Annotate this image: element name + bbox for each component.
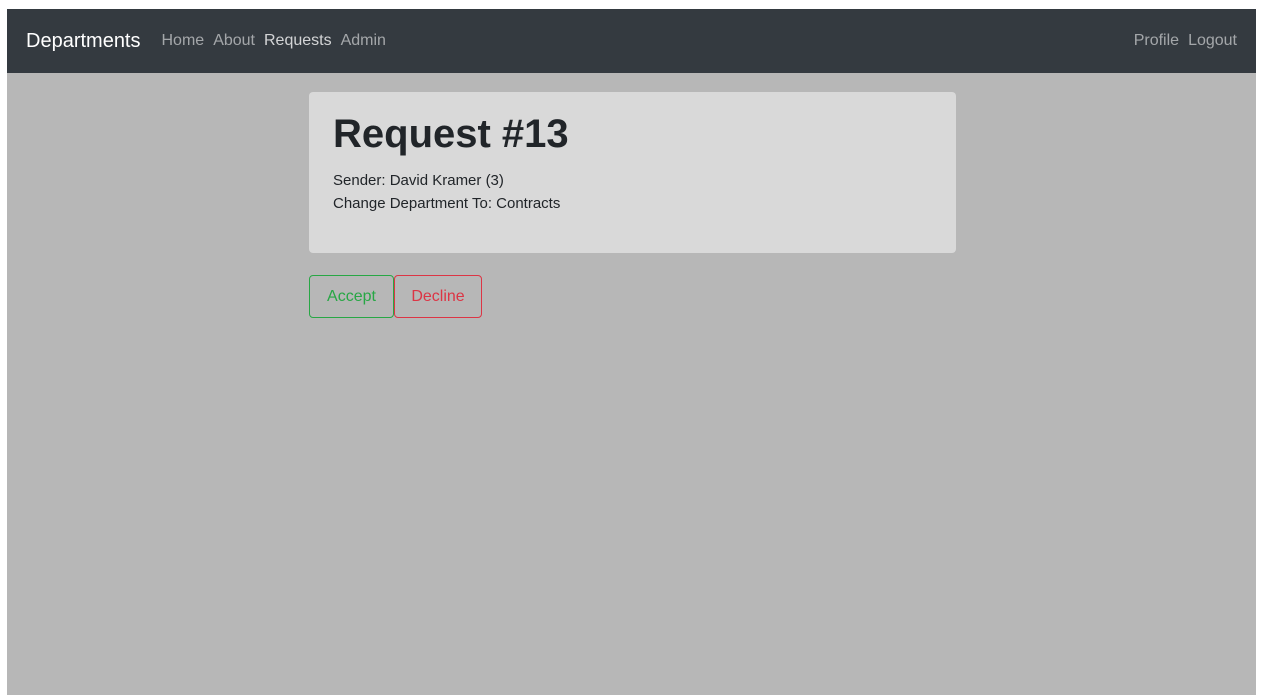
accept-button[interactable]: Accept [309,275,394,318]
request-department-change: Change Department To: Contracts [333,195,561,212]
app-viewport: Departments Home About Requests Admin Pr… [7,9,1256,695]
nav-link-logout[interactable]: Logout [1188,32,1237,50]
request-sender: Sender: David Kramer (3) [333,172,504,189]
brand-link[interactable]: Departments [26,30,141,53]
nav-link-admin[interactable]: Admin [341,32,386,50]
nav-links: Home About Requests Admin [162,32,395,50]
nav-right-links: Profile Logout [1134,32,1237,50]
nav-link-about[interactable]: About [213,32,255,50]
request-card: Request #13 Sender: David Kramer (3) Cha… [309,92,956,253]
nav-link-requests[interactable]: Requests [264,32,332,50]
nav-link-profile[interactable]: Profile [1134,32,1179,50]
decline-button[interactable]: Decline [394,275,482,318]
request-title: Request #13 [333,112,569,156]
top-navbar: Departments Home About Requests Admin Pr… [7,9,1256,73]
request-actions: Accept Decline [309,275,482,318]
nav-link-home[interactable]: Home [162,32,205,50]
